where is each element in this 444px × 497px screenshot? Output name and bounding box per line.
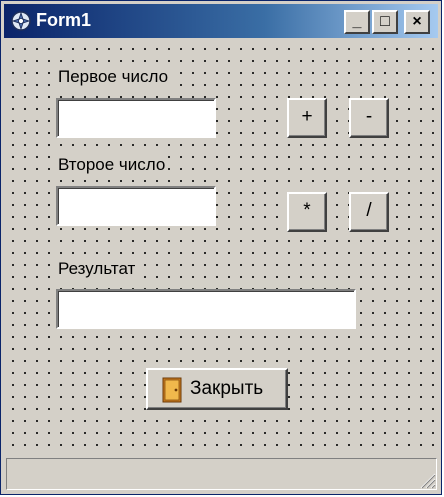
divide-button-label: / xyxy=(366,200,372,221)
second-number-input[interactable] xyxy=(56,186,216,226)
app-window: Form1 _ □ × Первое число + - Второе числ… xyxy=(0,0,442,495)
first-number-label: Первое число xyxy=(56,66,171,88)
subtract-button[interactable]: - xyxy=(349,98,389,138)
resize-grip-icon[interactable] xyxy=(416,469,436,489)
close-window-button[interactable]: × xyxy=(404,10,430,34)
multiply-button[interactable]: * xyxy=(287,192,327,232)
window-title: Form1 xyxy=(36,10,92,30)
title-bar[interactable]: Form1 _ □ × xyxy=(4,4,438,38)
minimize-button[interactable]: _ xyxy=(344,10,370,34)
form-client-area: Первое число + - Второе число * / Резуль… xyxy=(4,38,438,453)
multiply-button-label: * xyxy=(303,200,311,221)
divide-button[interactable]: / xyxy=(349,192,389,232)
close-button-label: Закрыть xyxy=(190,378,264,399)
maximize-button[interactable]: □ xyxy=(372,10,398,34)
result-field[interactable] xyxy=(56,289,356,329)
first-number-input[interactable] xyxy=(56,98,216,138)
close-button[interactable]: Закрыть xyxy=(146,368,288,410)
result-label: Результат xyxy=(56,258,138,280)
subtract-button-label: - xyxy=(365,106,373,127)
minimize-icon: _ xyxy=(352,13,362,30)
add-button-label: + xyxy=(301,106,313,127)
second-number-label: Второе число xyxy=(56,154,168,176)
status-bar xyxy=(6,458,437,490)
maximize-icon: □ xyxy=(380,13,390,30)
close-icon: × xyxy=(412,13,422,30)
delphi-app-icon xyxy=(11,11,31,31)
door-exit-icon xyxy=(162,377,182,403)
add-button[interactable]: + xyxy=(287,98,327,138)
